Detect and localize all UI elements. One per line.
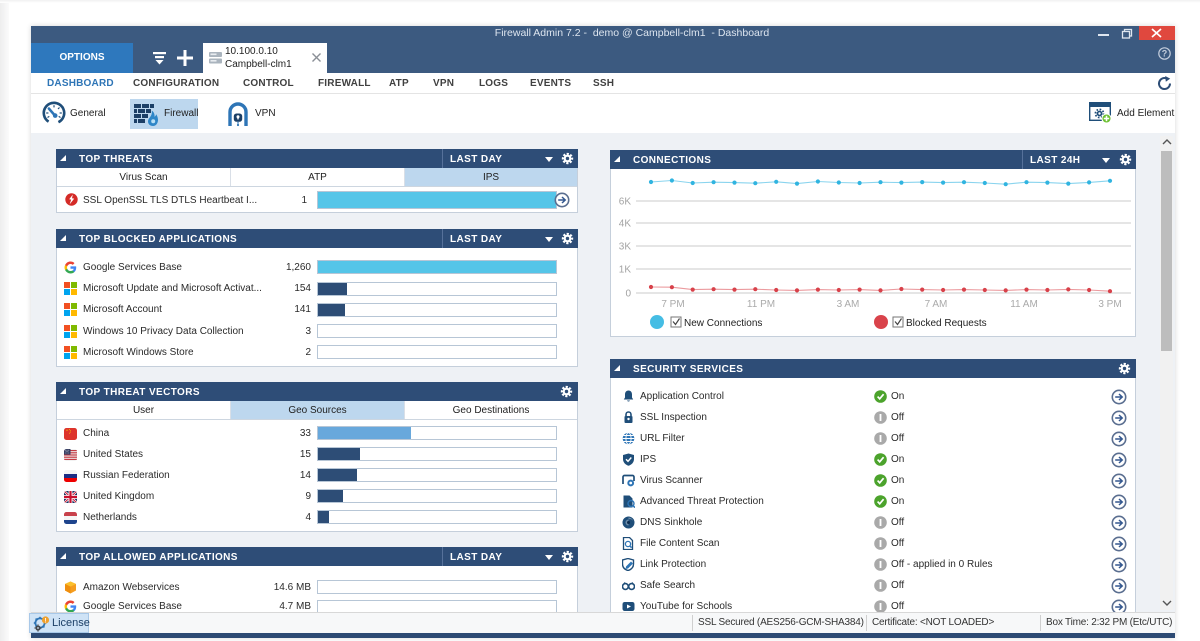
svg-text:3 PM: 3 PM — [1098, 299, 1121, 310]
svg-text:New Connections: New Connections — [684, 318, 762, 329]
svg-text:1K: 1K — [619, 265, 632, 276]
svg-text:3K: 3K — [619, 242, 632, 253]
svg-text:11 AM: 11 AM — [1010, 299, 1038, 310]
svg-text:11 PM: 11 PM — [747, 299, 775, 310]
svg-text:!: ! — [45, 618, 47, 624]
svg-text:7 PM: 7 PM — [661, 299, 684, 310]
svg-text:6K: 6K — [619, 197, 632, 208]
svg-text:4K: 4K — [619, 219, 632, 230]
svg-text:Blocked Requests: Blocked Requests — [906, 318, 987, 329]
svg-text:0: 0 — [625, 289, 631, 300]
svg-text:3 AM: 3 AM — [837, 299, 860, 310]
svg-text:7 AM: 7 AM — [925, 299, 948, 310]
svg-text:?: ? — [1162, 49, 1168, 59]
